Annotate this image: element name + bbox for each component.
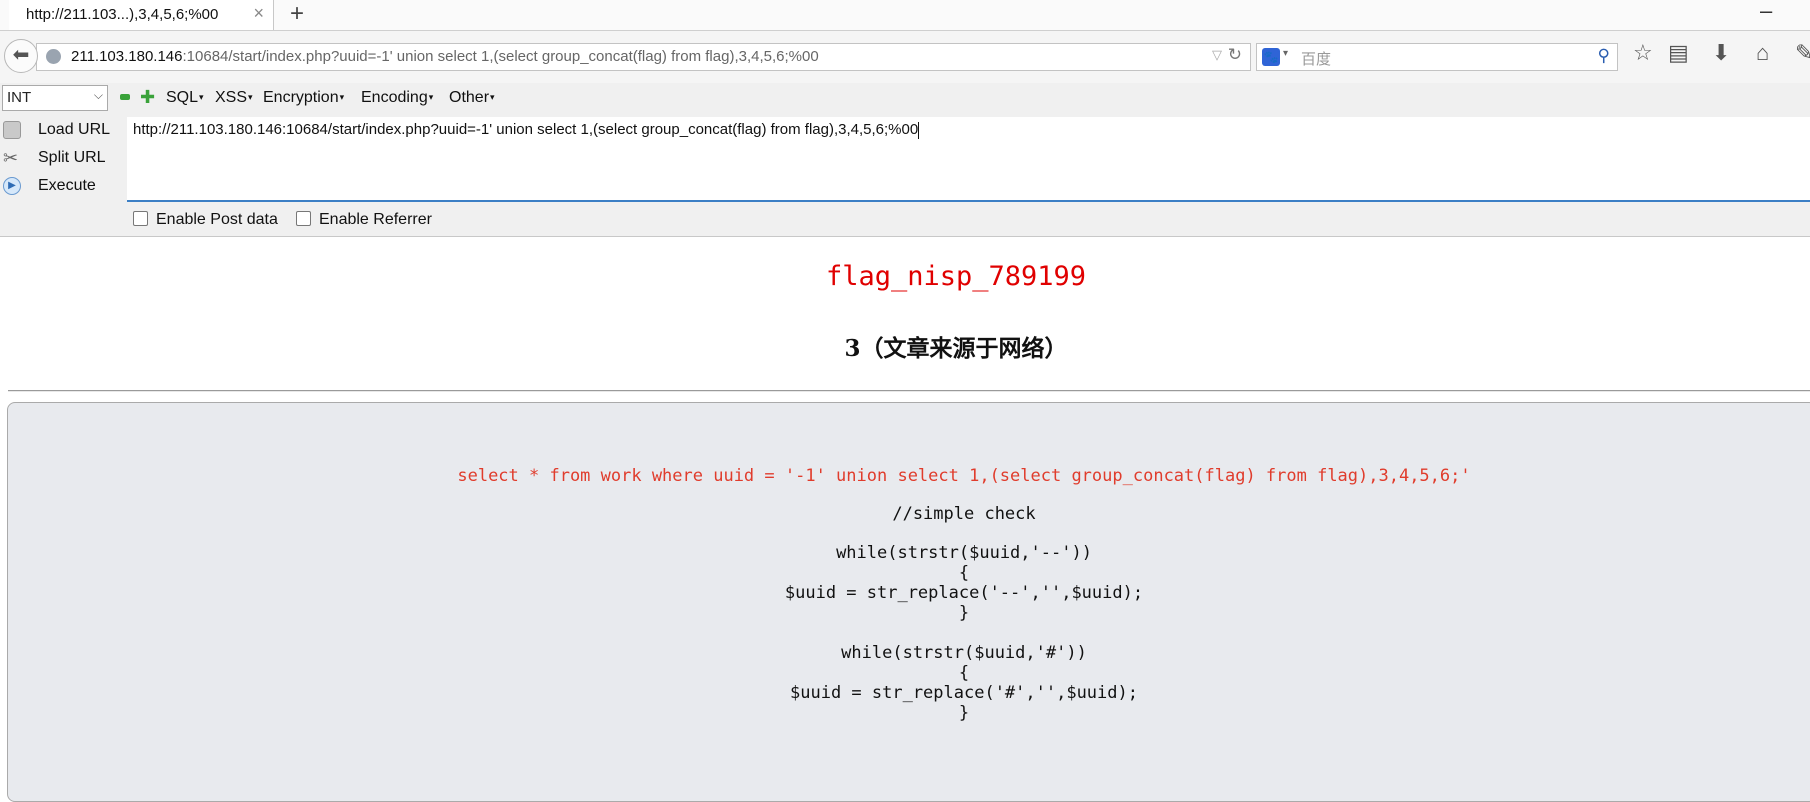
- decrease-icon[interactable]: [120, 94, 130, 100]
- tab-active[interactable]: http://211.103...),3,4,5,6;%00 ×: [9, 0, 274, 30]
- menu-other[interactable]: Other▾: [449, 89, 495, 107]
- reload-icon[interactable]: ↻: [1228, 45, 1242, 65]
- address-host: 211.103.180.146: [71, 48, 183, 65]
- caret-down-icon: ▾: [490, 92, 495, 103]
- code-line: {: [958, 663, 970, 683]
- tab-close-icon[interactable]: ×: [253, 3, 264, 24]
- search-engine-dropdown-icon[interactable]: ▾: [1283, 48, 1288, 59]
- minimize-window-icon[interactable]: –: [1760, 0, 1772, 24]
- menu-encoding-label: Encoding: [361, 89, 428, 106]
- menu-xss[interactable]: XSS▾: [215, 89, 253, 107]
- back-button[interactable]: ⬅: [4, 39, 38, 73]
- code-comment: //simple check: [892, 504, 1036, 524]
- enable-post-label: Enable Post data: [156, 211, 278, 228]
- overflow-icon[interactable]: ✎: [1795, 40, 1810, 66]
- address-path: :10684/start/index.php?uuid=-1' union se…: [182, 48, 819, 65]
- chevron-down-icon: ⌵: [93, 88, 103, 102]
- menu-encryption[interactable]: Encryption▾: [263, 89, 344, 107]
- enable-referrer-label: Enable Referrer: [319, 211, 432, 228]
- caret-down-icon: ▾: [428, 92, 434, 103]
- checkbox-icon[interactable]: [296, 211, 311, 227]
- menu-sql-label: SQL: [166, 89, 199, 106]
- hackbar-panel: INT ⌵ ✚ SQL▾ XSS▾ Encryption▾ Encoding▾ …: [0, 83, 1810, 237]
- text-caret: [918, 121, 920, 139]
- code-line: $uuid = str_replace('#','',$uuid);: [790, 683, 1138, 703]
- menu-encryption-label: Encryption: [263, 89, 339, 106]
- scissors-icon: ✂: [3, 148, 19, 168]
- new-tab-icon[interactable]: +: [290, 0, 304, 28]
- injection-type-select[interactable]: INT ⌵: [2, 85, 108, 111]
- hackbar-url-textarea[interactable]: http://211.103.180.146:10684/start/index…: [127, 117, 1810, 202]
- search-bar[interactable]: 🐾 ▾ 百度 ⚲: [1256, 43, 1618, 71]
- baidu-icon[interactable]: 🐾: [1262, 48, 1280, 66]
- code-line: {: [958, 563, 970, 583]
- caret-down-icon: ▾: [339, 92, 345, 103]
- navigation-bar: 211.103.180.146:10684/start/index.php?uu…: [0, 31, 1810, 83]
- bookmark-star-icon[interactable]: ☆: [1633, 40, 1653, 66]
- code-line: while(strstr($uuid,'--')): [836, 543, 1092, 563]
- tab-strip: http://211.103...),3,4,5,6;%00 × + –: [0, 0, 1810, 30]
- downloads-icon[interactable]: ⬇: [1712, 40, 1730, 66]
- back-arrow-icon: ⬅: [12, 44, 30, 66]
- sql-query-line: select * from work where uuid = '-1' uni…: [457, 466, 1471, 486]
- enable-referrer-checkbox[interactable]: Enable Referrer: [296, 211, 432, 229]
- page-content: flag_nisp_789199 3（文章来源于网络） select * fro…: [0, 237, 1810, 802]
- reading-list-icon[interactable]: ▤: [1668, 40, 1689, 66]
- caret-down-icon: ▾: [248, 92, 253, 103]
- split-url-label: Split URL: [38, 149, 106, 166]
- menu-other-label: Other: [449, 89, 490, 106]
- source-code-box: select * from work where uuid = '-1' uni…: [7, 402, 1810, 802]
- code-line: }: [958, 603, 970, 623]
- hackbar-url-value: http://211.103.180.146:10684/start/index…: [133, 121, 919, 138]
- history-dropdown-icon[interactable]: ▽: [1212, 47, 1222, 63]
- search-go-icon[interactable]: ⚲: [1598, 46, 1610, 66]
- article-title: 3（文章来源于网络）: [844, 335, 1068, 362]
- execute-button[interactable]: ▶ Execute: [0, 175, 125, 199]
- code-line: }: [958, 703, 970, 723]
- caret-down-icon: ▾: [199, 92, 204, 103]
- load-url-icon: [3, 121, 21, 139]
- flag-heading: flag_nisp_789199: [825, 261, 1087, 292]
- menu-xss-label: XSS: [215, 89, 248, 106]
- enable-post-checkbox[interactable]: Enable Post data: [133, 211, 278, 229]
- address-text: 211.103.180.146:10684/start/index.php?uu…: [71, 48, 819, 65]
- address-bar[interactable]: 211.103.180.146:10684/start/index.php?uu…: [36, 43, 1251, 71]
- split-url-button[interactable]: ✂ Split URL: [0, 147, 125, 171]
- menu-sql[interactable]: SQL▾: [166, 89, 204, 107]
- hackbar-url-text: http://211.103.180.146:10684/start/index…: [133, 121, 920, 139]
- load-url-label: Load URL: [38, 121, 111, 138]
- search-input[interactable]: 百度: [1301, 48, 1331, 69]
- globe-icon[interactable]: [46, 49, 61, 64]
- load-url-button[interactable]: Load URL: [0, 119, 125, 143]
- menu-encoding[interactable]: Encoding▾: [361, 89, 433, 107]
- code-line: $uuid = str_replace('--','',$uuid);: [784, 583, 1144, 603]
- code-line: while(strstr($uuid,'#')): [841, 643, 1087, 663]
- execute-label: Execute: [38, 177, 96, 194]
- increase-icon[interactable]: ✚: [140, 87, 155, 108]
- home-icon[interactable]: ⌂: [1756, 40, 1769, 66]
- play-icon: ▶: [3, 177, 21, 195]
- divider: [8, 390, 1810, 392]
- injection-type-value: INT: [7, 89, 32, 106]
- checkbox-icon[interactable]: [133, 211, 148, 227]
- tab-title: http://211.103...),3,4,5,6;%00: [26, 6, 219, 23]
